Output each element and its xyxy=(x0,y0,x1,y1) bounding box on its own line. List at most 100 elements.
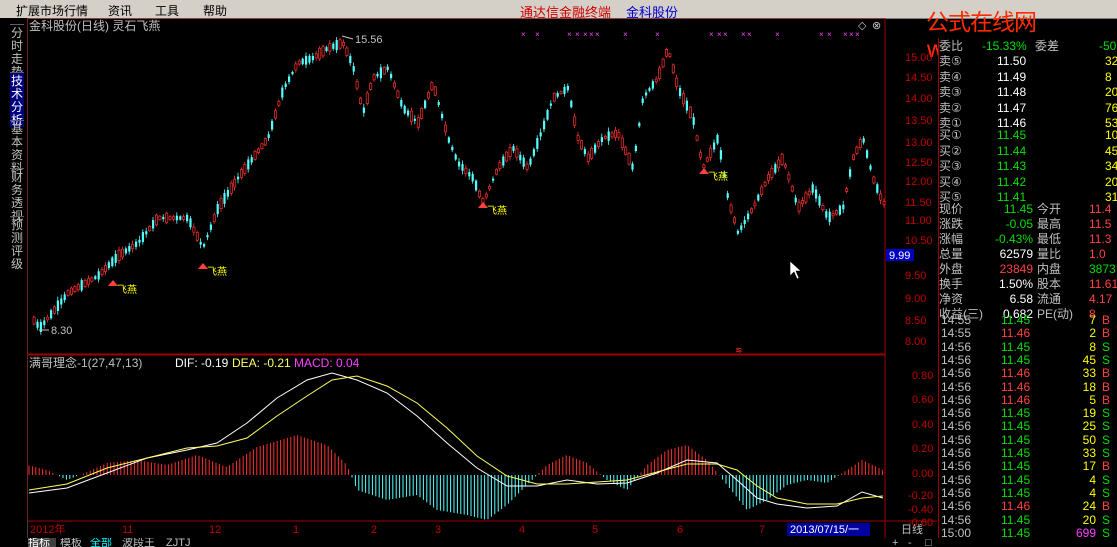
tick-volume: 45 xyxy=(1082,352,1096,367)
stat-label: 最低 xyxy=(1037,232,1062,246)
candle-body xyxy=(124,248,127,254)
ask-volume: 32 xyxy=(1105,54,1117,68)
menu-news[interactable]: 资讯 xyxy=(108,2,132,19)
menu-extended-market[interactable]: 扩展市场行情 xyxy=(16,2,88,19)
time-tick: 11 xyxy=(122,524,133,536)
tab-technical-analysis[interactable]: 技术分析 xyxy=(10,72,24,127)
ask-price: 11.50 xyxy=(997,54,1027,68)
candle-body xyxy=(784,164,787,168)
candle-body xyxy=(179,216,182,220)
tab-fundamentals[interactable]: 基本资料 xyxy=(10,120,24,175)
tick-row: 14:56 11.45 45 S xyxy=(939,352,1117,367)
tab-wave-king[interactable]: 波段王 xyxy=(122,538,162,547)
candle-body xyxy=(148,225,152,232)
candle-body xyxy=(250,157,253,163)
candle-body xyxy=(206,235,209,238)
stat-row: 净资 6.58 流通 4.17 xyxy=(939,292,1117,306)
signal-star-icon: × xyxy=(741,30,746,39)
bid-row: 买① 11.45 10 xyxy=(939,128,1117,142)
tab-forecast-rating[interactable]: 预测评级 xyxy=(10,216,24,271)
candle-body xyxy=(372,74,376,81)
signal-star-icon: × xyxy=(623,30,628,39)
candle-body xyxy=(437,101,440,106)
candle-body xyxy=(247,159,250,170)
candle-body xyxy=(277,101,281,106)
candle-body xyxy=(70,287,73,295)
tick-volume: 7 xyxy=(1089,313,1096,327)
tab-indicator[interactable]: 指标 xyxy=(28,538,56,547)
candle-body xyxy=(365,92,369,104)
tab-zjtj[interactable]: ZJTJ xyxy=(166,538,196,547)
tab-intraday[interactable]: 分时走势 xyxy=(10,24,24,79)
candle-body xyxy=(376,73,379,77)
bid-label: 买① xyxy=(939,128,962,142)
candle-body xyxy=(267,134,270,138)
ask-label: 卖⑤ xyxy=(939,54,962,68)
tab-template[interactable]: 模板 xyxy=(60,538,88,547)
candle-body xyxy=(43,320,46,326)
candle-body xyxy=(767,174,770,181)
zoom-out-button[interactable]: - xyxy=(908,538,918,547)
tick-side: S xyxy=(1102,352,1111,367)
candle-body xyxy=(828,211,831,223)
candle-body xyxy=(862,138,865,143)
zoom-in-button[interactable]: + xyxy=(892,538,902,547)
tick-row: 14:56 11.45 20 S xyxy=(939,513,1117,527)
candle-body xyxy=(869,165,872,170)
candle-body xyxy=(726,193,729,198)
candle-body xyxy=(600,137,603,143)
candle-body xyxy=(461,164,464,171)
tick-volume: 33 xyxy=(1082,446,1096,460)
candle-body xyxy=(627,152,631,165)
candle-body xyxy=(770,168,774,178)
fullscreen-button[interactable]: □ xyxy=(925,538,935,547)
candle-body xyxy=(777,159,781,169)
candle-body xyxy=(549,103,552,106)
candle-body xyxy=(189,218,192,228)
candle-body xyxy=(488,185,492,190)
candle-body xyxy=(570,100,573,108)
close-icon[interactable]: ⊗ xyxy=(872,20,881,32)
menu-tools[interactable]: 工具 xyxy=(155,2,179,19)
bid-price: 11.43 xyxy=(997,159,1027,173)
tab-financials[interactable]: 财务透视 xyxy=(10,168,24,223)
macd-tick: 0.80 xyxy=(912,370,933,382)
price-tick: 15.00 xyxy=(905,52,933,64)
candle-body xyxy=(195,232,199,241)
candle-body xyxy=(852,154,855,160)
period-label[interactable]: 日线 xyxy=(901,522,923,536)
stat-label: 涨幅 xyxy=(939,232,964,246)
high-pointer xyxy=(341,35,354,40)
stat-value: 23849 xyxy=(999,262,1033,276)
candle-body xyxy=(410,110,413,123)
signal-star-icon: × xyxy=(747,30,752,39)
candle-body xyxy=(484,193,488,198)
price-tick: 11.00 xyxy=(905,215,932,227)
candle-body xyxy=(400,100,403,107)
candle-body xyxy=(498,162,502,169)
candle-body xyxy=(83,279,87,287)
stock-chart[interactable]: ◇ ⊗ 金科股份(日线) 灵石飞燕 15.00 14.50 14.00 13.5… xyxy=(27,18,938,538)
bid-price: 11.44 xyxy=(997,143,1027,158)
price-tick: 12.50 xyxy=(905,157,933,169)
tab-all[interactable]: 全部 xyxy=(90,538,118,547)
tick-side: S xyxy=(1102,472,1111,487)
candle-body xyxy=(362,107,365,113)
stat-row: 换手 1.50% 股本 11.61 xyxy=(939,277,1117,291)
candle-body xyxy=(634,145,637,152)
low-label: 8.30 xyxy=(51,325,72,337)
bid-volume: 20 xyxy=(1105,174,1117,189)
candle-body xyxy=(594,144,597,153)
candle-body xyxy=(729,204,733,213)
tick-volume: 5 xyxy=(1089,392,1096,407)
ask-price: 11.49 xyxy=(997,69,1027,84)
signal-star-icon: × xyxy=(827,30,832,39)
signal-star-icon: × xyxy=(567,30,572,39)
candle-body xyxy=(556,93,559,97)
tick-side: B xyxy=(1102,326,1111,341)
price-tick: 14.00 xyxy=(905,93,933,105)
menu-help[interactable]: 帮助 xyxy=(203,2,227,19)
candle-body xyxy=(774,164,777,173)
candle-body xyxy=(515,148,519,158)
tick-volume: 18 xyxy=(1082,379,1096,394)
